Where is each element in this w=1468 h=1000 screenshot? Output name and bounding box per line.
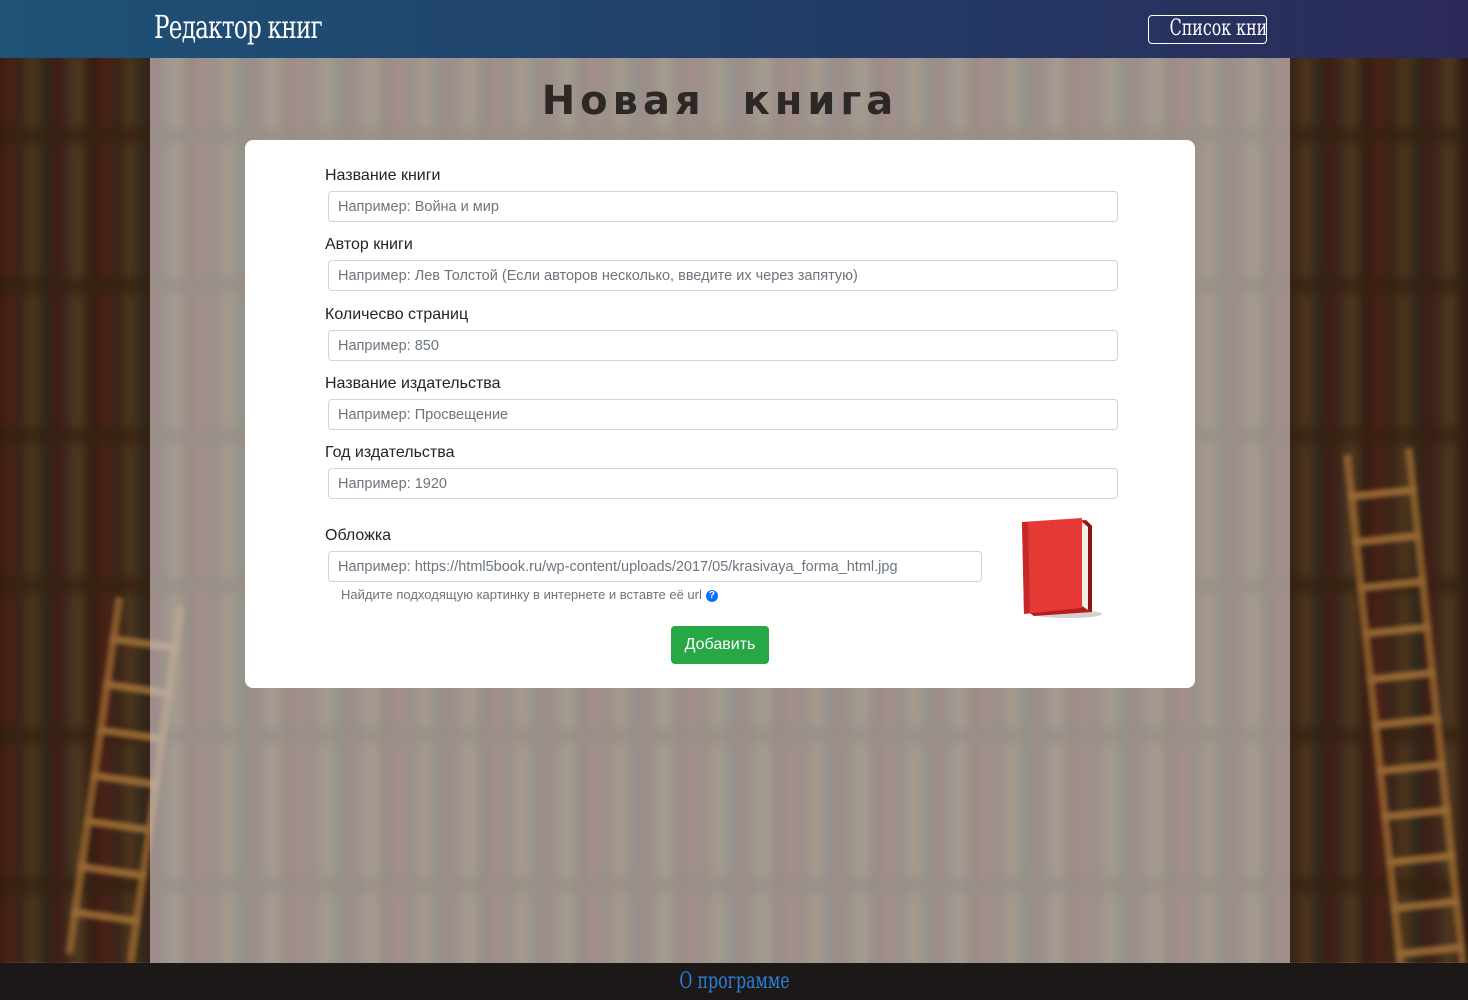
book-cover-preview [1022,518,1102,618]
book-author-label: Автор книги [325,236,413,253]
about-link[interactable]: О программе [679,963,789,1000]
book-list-label: Список книг [1169,16,1267,41]
publisher-input[interactable] [328,399,1118,430]
add-book-button[interactable]: Добавить [671,626,769,664]
publish-year-label: Год издательства [325,444,455,461]
book-title-label: Название книги [325,167,441,184]
footer: О программе [0,963,1468,1000]
cover-help-text: Найдите подходящую картинку в интернете … [341,587,718,602]
page-title: Новая книга [541,78,899,124]
new-book-form: Название книги Автор книги Количесво стр… [245,140,1195,688]
publisher-label: Название издательства [325,375,501,392]
book-title-input[interactable] [328,191,1118,222]
page-count-input[interactable] [328,330,1118,361]
publish-year-input[interactable] [328,468,1118,499]
cover-label: Обложка [325,527,392,544]
book-author-input[interactable] [328,260,1118,291]
help-icon[interactable]: ? [705,590,718,602]
top-navbar: Редактор книг Список книг [0,0,1468,58]
cover-help-label: Найдите подходящую картинку в интернете … [341,587,702,602]
book-list-button[interactable]: Список книг [1148,15,1267,44]
brand-title[interactable]: Редактор книг [154,8,323,46]
cover-url-input[interactable] [328,551,982,582]
page-count-label: Количесво страниц [325,306,469,323]
